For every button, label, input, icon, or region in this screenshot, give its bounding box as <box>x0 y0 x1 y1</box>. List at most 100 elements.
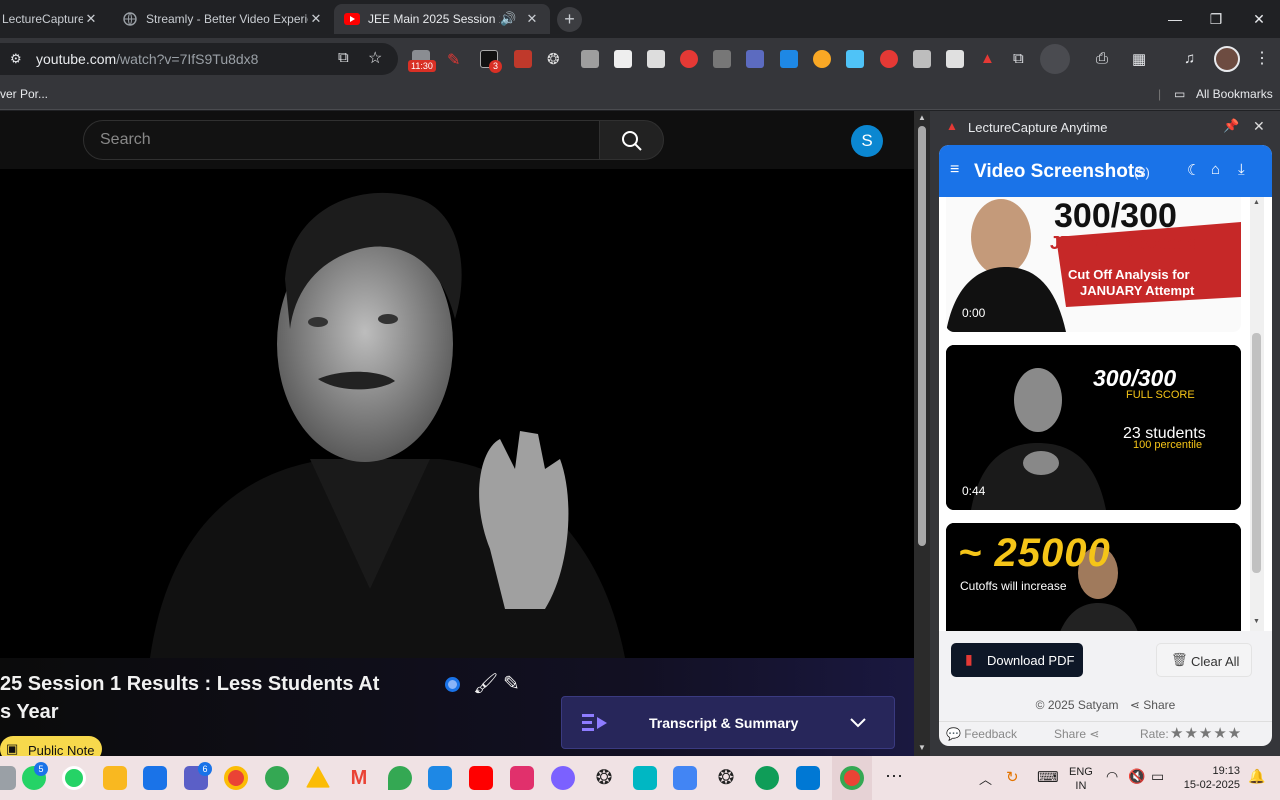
taskbar-app-icon[interactable] <box>633 766 657 790</box>
scroll-up-arrow[interactable]: ▲ <box>918 113 926 122</box>
transcript-summary-button[interactable]: Transcript & Summary <box>561 696 895 749</box>
download-pdf-button[interactable]: ▮ Download PDF <box>951 643 1083 677</box>
openai-extension-icon[interactable]: ❂ <box>547 50 565 68</box>
extension-icon[interactable] <box>614 50 632 68</box>
maps-icon[interactable] <box>388 766 412 790</box>
screenshot-card[interactable]: ~ 25000 Cutoffs will increase <box>946 523 1241 631</box>
extensions-puzzle-icon[interactable]: ⧉ <box>1013 50 1031 68</box>
taskbar-app-icon[interactable] <box>673 766 697 790</box>
extension-icon[interactable] <box>680 50 698 68</box>
tab-search-icon[interactable]: ▦ <box>1132 50 1150 68</box>
instagram-icon[interactable] <box>510 766 534 790</box>
chrome-profile-icon[interactable] <box>840 766 864 790</box>
share-link[interactable]: Share <box>1143 698 1175 712</box>
language-indicator[interactable]: ENG IN <box>1069 765 1093 793</box>
close-icon[interactable]: ✕ <box>308 11 324 27</box>
edge-icon[interactable] <box>755 766 779 790</box>
media-control-icon[interactable]: ♫ <box>1184 50 1202 68</box>
tab-streamly[interactable]: Streamly - Better Video Experience ✕ <box>112 4 334 34</box>
bookmark-star-icon[interactable]: ☆ <box>368 48 382 68</box>
scroll-down-arrow[interactable]: ▼ <box>1253 618 1260 625</box>
gmail-icon[interactable]: M <box>347 766 371 790</box>
copilot-icon[interactable] <box>551 766 575 790</box>
mail-icon[interactable] <box>428 766 452 790</box>
close-icon[interactable]: ✕ <box>83 11 99 27</box>
photos-icon[interactable] <box>265 766 289 790</box>
record-extension-icon[interactable] <box>880 50 898 68</box>
clear-all-button[interactable]: 🗑 Clear All <box>1156 643 1252 677</box>
tab-youtube-active[interactable]: JEE Main 2025 Session 1 Results 🔊 ✕ <box>334 4 550 34</box>
brush-icon[interactable]: 🖌 <box>473 671 498 696</box>
bookmark-item[interactable]: ver Por... <box>0 87 48 101</box>
pencil-icon[interactable]: ✎ <box>503 671 520 696</box>
scroll-down-arrow[interactable]: ▼ <box>918 743 926 752</box>
word-app-icon[interactable] <box>143 766 167 790</box>
extension-icon[interactable] <box>846 50 864 68</box>
extension-icon[interactable] <box>647 50 665 68</box>
close-window-icon[interactable]: ✕ <box>1248 8 1270 30</box>
more-apps-icon[interactable]: ⋯ <box>882 766 906 790</box>
clock[interactable]: 19:13 15-02-2025 <box>1180 764 1240 792</box>
list-scrollbar[interactable]: ▲ ▼ <box>1250 197 1264 631</box>
screenshot-card[interactable]: 300/300 FULL SCORE 23 students 100 perce… <box>946 345 1241 510</box>
all-bookmarks[interactable]: All Bookmarks <box>1196 87 1273 101</box>
close-icon[interactable]: ✕ <box>524 11 540 27</box>
address-bar[interactable]: ⚙ youtube.com/watch?v=7IfS9Tu8dx8 ⧉ ☆ <box>0 43 398 75</box>
print-icon[interactable]: ⎙ <box>1096 50 1114 68</box>
maximize-icon[interactable]: ❐ <box>1205 8 1227 30</box>
taskbar-app-icon[interactable] <box>0 766 16 790</box>
close-panel-icon[interactable]: ✕ <box>1253 118 1265 135</box>
screenshot-card[interactable]: 300/300 JEE MAIN Session I Cut Off Analy… <box>946 197 1241 332</box>
search-button[interactable] <box>599 120 664 160</box>
wifi-icon[interactable]: ◠ <box>1106 768 1118 785</box>
extension-icon[interactable] <box>514 50 532 68</box>
menu-icon[interactable]: ⋮ <box>1254 48 1270 68</box>
rating-stars[interactable]: ★★★★★ <box>1170 724 1242 742</box>
hamburger-icon[interactable]: ≡ <box>950 161 959 179</box>
chrome-icon[interactable] <box>224 766 248 790</box>
new-tab-button[interactable]: + <box>557 7 582 32</box>
sync-icon[interactable]: ↻ <box>1006 768 1019 786</box>
open-in-new-icon[interactable]: ⧉ <box>338 49 349 66</box>
public-note-button[interactable]: ▣ Public Note <box>0 736 102 756</box>
play-extension-icon[interactable] <box>946 50 964 68</box>
moon-icon[interactable]: ☾ <box>1187 161 1200 179</box>
scroll-up-arrow[interactable]: ▲ <box>1253 199 1260 206</box>
extension-icon[interactable] <box>713 50 731 68</box>
google-drive-icon[interactable] <box>306 766 330 788</box>
keyboard-icon[interactable]: ⌨ <box>1037 768 1059 786</box>
volume-muted-icon[interactable]: 🔇 <box>1128 768 1145 785</box>
chatgpt-icon[interactable]: ❂ <box>592 766 616 790</box>
feedback-link[interactable]: 💬 Feedback <box>946 727 1017 741</box>
minimize-icon[interactable]: — <box>1164 8 1186 30</box>
account-avatar[interactable]: S <box>851 125 883 157</box>
side-panel-button[interactable] <box>1040 44 1070 74</box>
share-link-footer[interactable]: Share ⋖ <box>1054 727 1099 741</box>
search-input[interactable]: Search <box>83 120 601 160</box>
chevron-up-icon[interactable]: ︿ <box>979 769 992 788</box>
profile-avatar[interactable] <box>1214 46 1240 72</box>
site-info-icon[interactable]: ⚙ <box>10 51 22 67</box>
extension-icon[interactable] <box>813 50 831 68</box>
tab-lecturecapture[interactable]: LectureCapture Anytime ✕ <box>0 4 109 34</box>
camera-extension-icon[interactable] <box>913 50 931 68</box>
download-icon[interactable]: ⤓ <box>1238 161 1245 178</box>
file-explorer-icon[interactable] <box>103 766 127 790</box>
whatsapp-web-icon[interactable] <box>62 766 86 790</box>
extension-icon[interactable] <box>746 50 764 68</box>
vscode-icon[interactable] <box>796 766 820 790</box>
video-player[interactable] <box>0 169 914 658</box>
youtube-taskbar-icon[interactable] <box>469 766 493 790</box>
store-icon[interactable]: ⌂ <box>1211 161 1220 178</box>
pen-extension-icon[interactable]: ✎ <box>447 50 465 69</box>
notifications-icon[interactable]: 🔔 <box>1248 768 1265 785</box>
pin-icon[interactable]: 📌 <box>1223 118 1239 134</box>
extension-icon[interactable] <box>581 50 599 68</box>
lecturecapture-extension-icon[interactable]: ▲ <box>980 50 998 68</box>
extension-icon[interactable] <box>780 50 798 68</box>
battery-icon[interactable]: ▭ <box>1151 768 1164 785</box>
speaker-icon[interactable]: 🔊 <box>500 11 516 27</box>
page-scrollbar-thumb[interactable] <box>918 126 926 546</box>
chatgpt-app-icon[interactable]: ❂ <box>714 766 738 790</box>
color-dot-icon[interactable] <box>445 677 460 692</box>
